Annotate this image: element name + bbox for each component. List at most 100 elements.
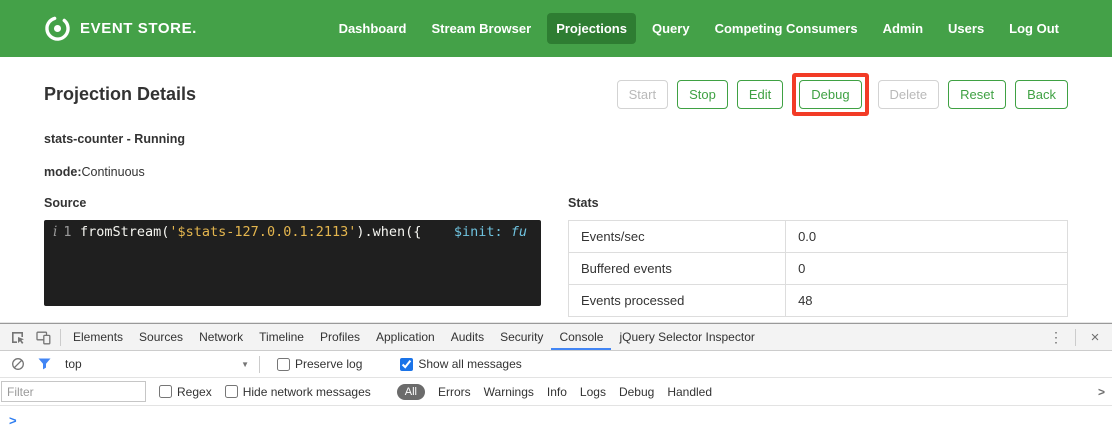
devtools-panel: Elements Sources Network Timeline Profil… bbox=[0, 323, 1112, 440]
nav-item-dashboard[interactable]: Dashboard bbox=[330, 13, 416, 44]
preserve-log-input[interactable] bbox=[277, 358, 290, 371]
stats-heading: Stats bbox=[568, 196, 1068, 212]
gutter-marker: i bbox=[53, 224, 57, 306]
devtools-tab-bar-right: ⋮ × bbox=[1043, 327, 1108, 348]
stat-label: Events processed bbox=[569, 285, 786, 317]
level-filter-info[interactable]: Info bbox=[547, 385, 567, 399]
back-button[interactable]: Back bbox=[1015, 80, 1068, 109]
editor-gutter: i 1 bbox=[44, 220, 80, 306]
clear-console-icon[interactable] bbox=[5, 354, 31, 375]
console-prompt-icon: > bbox=[9, 413, 17, 428]
debug-button[interactable]: Debug bbox=[799, 80, 861, 109]
table-row: Buffered events 0 bbox=[569, 253, 1068, 285]
preserve-log-label: Preserve log bbox=[295, 357, 362, 371]
stats-table: Events/sec 0.0 Buffered events 0 Events … bbox=[568, 220, 1068, 317]
hide-network-messages-label: Hide network messages bbox=[243, 385, 371, 399]
eventstore-logo-icon bbox=[44, 15, 71, 42]
stat-label: Buffered events bbox=[569, 253, 786, 285]
devtools-tab-elements[interactable]: Elements bbox=[65, 324, 131, 350]
devtools-tab-bar: Elements Sources Network Timeline Profil… bbox=[0, 324, 1112, 351]
devtools-tab-audits[interactable]: Audits bbox=[443, 324, 492, 350]
stat-label: Events/sec bbox=[569, 221, 786, 253]
hide-network-messages-checkbox[interactable]: Hide network messages bbox=[225, 385, 371, 399]
devtools-menu-icon[interactable]: ⋮ bbox=[1043, 327, 1069, 348]
nav-item-competing-consumers[interactable]: Competing Consumers bbox=[706, 13, 867, 44]
page-title: Projection Details bbox=[44, 84, 196, 105]
divider bbox=[60, 329, 61, 346]
level-filter-handled[interactable]: Handled bbox=[667, 385, 712, 399]
debug-annotation-highlight: Debug bbox=[792, 73, 868, 116]
overflow-chevron-icon[interactable]: > bbox=[1098, 385, 1112, 399]
devtools-tab-timeline[interactable]: Timeline bbox=[251, 324, 312, 350]
nav-menu: Dashboard Stream Browser Projections Que… bbox=[330, 13, 1068, 44]
nav-item-query[interactable]: Query bbox=[643, 13, 699, 44]
filter-funnel-icon[interactable] bbox=[31, 354, 57, 375]
mode-label: mode: bbox=[44, 165, 82, 179]
projection-mode: mode:Continuous bbox=[0, 165, 1112, 180]
console-input-area[interactable]: > bbox=[0, 406, 1112, 440]
devtools-close-icon[interactable]: × bbox=[1082, 327, 1108, 348]
nav-item-users[interactable]: Users bbox=[939, 13, 993, 44]
table-row: Events/sec 0.0 bbox=[569, 221, 1068, 253]
reset-button[interactable]: Reset bbox=[948, 80, 1006, 109]
level-filter-errors[interactable]: Errors bbox=[438, 385, 471, 399]
code-token: ).when({ bbox=[356, 224, 421, 240]
table-row: Events processed 48 bbox=[569, 285, 1068, 317]
start-button[interactable]: Start bbox=[617, 80, 668, 109]
edit-button[interactable]: Edit bbox=[737, 80, 783, 109]
brand-name: EVENT STORE. bbox=[80, 20, 197, 37]
page-header: Projection Details Start Stop Edit Debug… bbox=[0, 73, 1112, 116]
app-root: EVENT STORE. Dashboard Stream Browser Pr… bbox=[0, 0, 1112, 440]
devtools-tab-network[interactable]: Network bbox=[191, 324, 251, 350]
source-heading: Source bbox=[44, 196, 541, 212]
nav-item-projections[interactable]: Projections bbox=[547, 13, 636, 44]
divider bbox=[259, 356, 260, 373]
stat-value: 0 bbox=[786, 253, 1068, 285]
device-toolbar-icon[interactable] bbox=[30, 327, 56, 348]
mode-value: Continuous bbox=[82, 165, 145, 179]
action-button-group: Start Stop Edit Debug Delete Reset Back bbox=[617, 73, 1068, 116]
code-line: fromStream('$stats-127.0.0.1:2113').when… bbox=[80, 220, 527, 306]
code-token-keyword: fu bbox=[511, 224, 527, 240]
show-all-messages-label: Show all messages bbox=[418, 357, 521, 371]
level-filter-all[interactable]: All bbox=[397, 384, 425, 400]
code-token-key: $init: bbox=[421, 224, 510, 240]
projection-status: stats-counter - Running bbox=[0, 132, 1112, 147]
code-token-string: '$stats-127.0.0.1:2113' bbox=[169, 224, 356, 240]
nav-item-admin[interactable]: Admin bbox=[874, 13, 932, 44]
inspect-element-icon[interactable] bbox=[4, 327, 30, 348]
delete-button[interactable]: Delete bbox=[878, 80, 940, 109]
execution-context-selector[interactable]: top ▼ bbox=[59, 357, 255, 371]
devtools-tab-sources[interactable]: Sources bbox=[131, 324, 191, 350]
devtools-tab-jquery-selector-inspector[interactable]: jQuery Selector Inspector bbox=[611, 324, 762, 350]
show-all-messages-checkbox[interactable]: Show all messages bbox=[400, 357, 521, 371]
preserve-log-checkbox[interactable]: Preserve log bbox=[277, 357, 362, 371]
devtools-tab-security[interactable]: Security bbox=[492, 324, 551, 350]
source-code-editor[interactable]: i 1 fromStream('$stats-127.0.0.1:2113').… bbox=[44, 220, 541, 306]
show-all-messages-input[interactable] bbox=[400, 358, 413, 371]
context-value: top bbox=[65, 357, 82, 371]
stat-value: 0.0 bbox=[786, 221, 1068, 253]
source-section: Source i 1 fromStream('$stats-127.0.0.1:… bbox=[44, 196, 541, 317]
stat-value: 48 bbox=[786, 285, 1068, 317]
detail-columns: Source i 1 fromStream('$stats-127.0.0.1:… bbox=[0, 196, 1112, 317]
level-filter-logs[interactable]: Logs bbox=[580, 385, 606, 399]
hide-network-messages-input[interactable] bbox=[225, 385, 238, 398]
nav-item-stream-browser[interactable]: Stream Browser bbox=[422, 13, 540, 44]
regex-input[interactable] bbox=[159, 385, 172, 398]
devtools-tab-console[interactable]: Console bbox=[551, 324, 611, 350]
filter-input[interactable] bbox=[1, 381, 146, 402]
stop-button[interactable]: Stop bbox=[677, 80, 728, 109]
level-filter-warnings[interactable]: Warnings bbox=[484, 385, 534, 399]
devtools-tab-profiles[interactable]: Profiles bbox=[312, 324, 368, 350]
devtools-tab-application[interactable]: Application bbox=[368, 324, 443, 350]
top-navbar: EVENT STORE. Dashboard Stream Browser Pr… bbox=[0, 0, 1112, 57]
regex-checkbox[interactable]: Regex bbox=[159, 385, 212, 399]
nav-item-logout[interactable]: Log Out bbox=[1000, 13, 1068, 44]
line-number: 1 bbox=[63, 224, 71, 306]
chevron-down-icon: ▼ bbox=[241, 360, 249, 369]
level-filter-debug[interactable]: Debug bbox=[619, 385, 654, 399]
brand: EVENT STORE. bbox=[44, 15, 197, 42]
stats-section: Stats Events/sec 0.0 Buffered events 0 E… bbox=[568, 196, 1068, 317]
console-filter-row: Regex Hide network messages All Errors W… bbox=[0, 378, 1112, 406]
